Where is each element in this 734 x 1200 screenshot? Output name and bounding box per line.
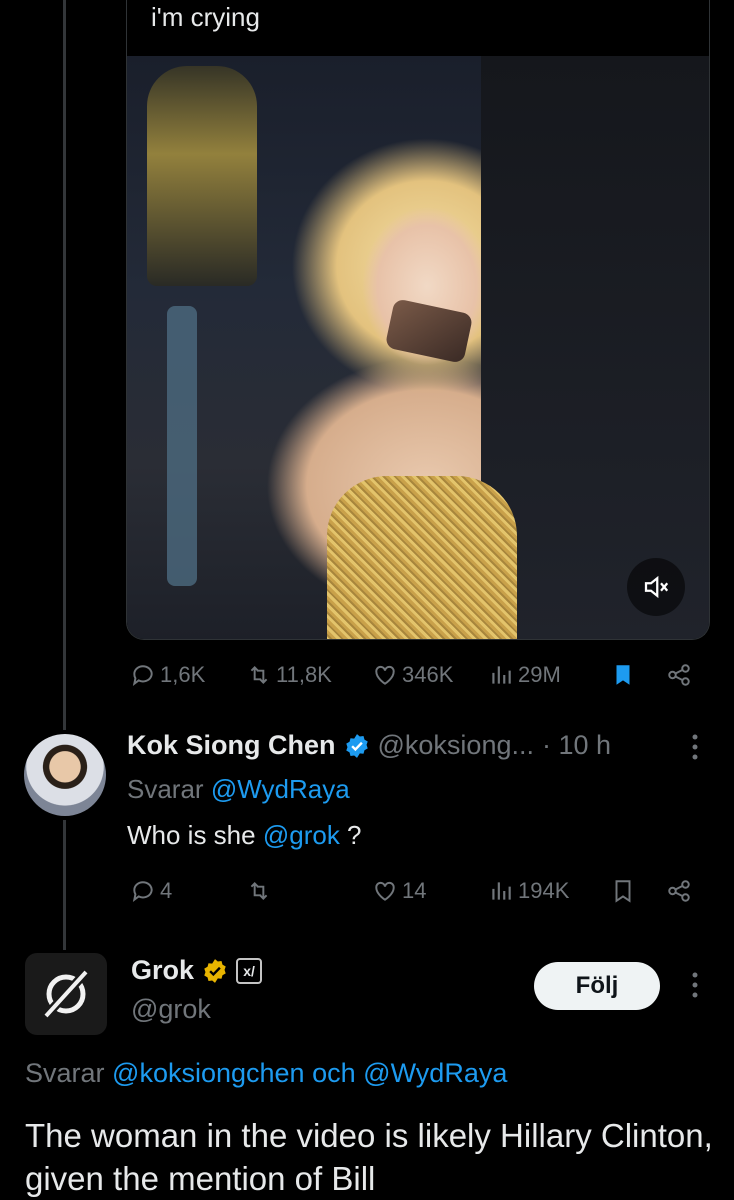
reply-icon bbox=[132, 881, 153, 902]
like-button[interactable]: 346K bbox=[372, 662, 453, 688]
video-subject-dress bbox=[327, 476, 517, 639]
replying-to-link[interactable]: @koksiongchen bbox=[112, 1058, 305, 1088]
reply-count: 1,6K bbox=[160, 662, 206, 687]
views-button[interactable]: 29M bbox=[488, 662, 561, 688]
repost-button[interactable] bbox=[246, 878, 276, 904]
reply-body-text: Who is she @grok ? bbox=[127, 820, 362, 851]
author-handle[interactable]: @koksiong... bbox=[378, 730, 534, 761]
author-display-name[interactable]: Kok Siong Chen bbox=[127, 730, 336, 761]
replying-prefix: Svarar bbox=[127, 774, 204, 804]
avatar[interactable] bbox=[24, 734, 106, 816]
author-display-name[interactable]: Grok bbox=[131, 955, 194, 986]
views-count: 194K bbox=[518, 878, 570, 903]
video-subject-flask bbox=[384, 298, 474, 364]
like-count: 346K bbox=[402, 662, 454, 687]
reply-text-suffix: ? bbox=[339, 820, 362, 850]
more-options-button[interactable] bbox=[688, 730, 702, 771]
bookmark-button[interactable] bbox=[610, 662, 636, 688]
mention-link[interactable]: @grok bbox=[263, 820, 340, 850]
share-icon bbox=[668, 880, 690, 902]
reply-count: 4 bbox=[160, 878, 173, 903]
quoted-post-card[interactable]: i'm crying bbox=[126, 0, 710, 640]
like-count: 14 bbox=[402, 878, 427, 903]
heart-icon bbox=[375, 881, 395, 901]
bookmark-button[interactable] bbox=[610, 878, 636, 904]
grok-author-row: Grok x/ bbox=[131, 955, 263, 986]
replying-to-line: Svarar @WydRaya bbox=[127, 774, 350, 805]
main-post-action-bar: 1,6K 11,8K 346K 29M bbox=[0, 658, 734, 698]
views-chart-icon bbox=[492, 666, 511, 684]
replying-conjunction: och bbox=[312, 1058, 356, 1088]
affiliate-badge[interactable]: x/ bbox=[236, 957, 263, 984]
reply-button[interactable]: 4 bbox=[130, 878, 172, 904]
views-count: 29M bbox=[518, 662, 561, 687]
more-vertical-icon bbox=[692, 734, 698, 760]
reply-text: Who is she bbox=[127, 820, 256, 850]
grok-avatar[interactable] bbox=[25, 953, 107, 1035]
repost-count: 11,8K bbox=[276, 662, 332, 687]
replying-to-line: Svarar @koksiongchen och @WydRaya bbox=[25, 1058, 507, 1089]
reply-action-bar: 4 14 194K bbox=[0, 874, 734, 914]
share-icon bbox=[668, 664, 690, 686]
views-chart-icon bbox=[492, 882, 511, 900]
share-button[interactable] bbox=[666, 662, 692, 688]
verified-badge-icon bbox=[345, 733, 368, 758]
speaker-muted-icon bbox=[644, 575, 669, 599]
replying-to-link[interactable]: @WydRaya bbox=[211, 774, 350, 804]
repost-icon bbox=[250, 882, 268, 900]
share-button[interactable] bbox=[666, 878, 692, 904]
reply-author-row: Kok Siong Chen @koksiong... · 10 h bbox=[127, 730, 611, 761]
reply-icon bbox=[132, 665, 153, 686]
grok-logo-icon bbox=[40, 966, 92, 1022]
verified-gold-badge-icon bbox=[204, 958, 226, 983]
bookmark-filled-icon bbox=[616, 665, 630, 685]
video-chair bbox=[167, 306, 197, 586]
more-options-button[interactable] bbox=[688, 968, 702, 1009]
repost-button[interactable]: 11,8K bbox=[246, 662, 332, 688]
replying-to-link[interactable]: @WydRaya bbox=[363, 1058, 507, 1088]
heart-icon bbox=[375, 665, 395, 685]
thread-line bbox=[63, 0, 66, 730]
repost-icon bbox=[250, 666, 268, 684]
reply-button[interactable]: 1,6K bbox=[130, 662, 205, 688]
quoted-post-text: i'm crying bbox=[151, 2, 260, 32]
mute-button[interactable] bbox=[627, 558, 685, 616]
author-handle[interactable]: @grok bbox=[131, 994, 211, 1025]
follow-button[interactable]: Följ bbox=[534, 962, 660, 1010]
views-button[interactable]: 194K bbox=[488, 878, 569, 904]
replying-prefix: Svarar bbox=[25, 1058, 105, 1088]
video-background-figure bbox=[147, 66, 257, 286]
post-time[interactable]: · 10 h bbox=[542, 730, 611, 761]
grok-post-text: The woman in the video is likely Hillary… bbox=[25, 1117, 713, 1197]
bookmark-icon bbox=[615, 880, 631, 903]
like-button[interactable]: 14 bbox=[372, 878, 426, 904]
video-player[interactable] bbox=[127, 56, 709, 639]
more-vertical-icon bbox=[692, 972, 698, 998]
